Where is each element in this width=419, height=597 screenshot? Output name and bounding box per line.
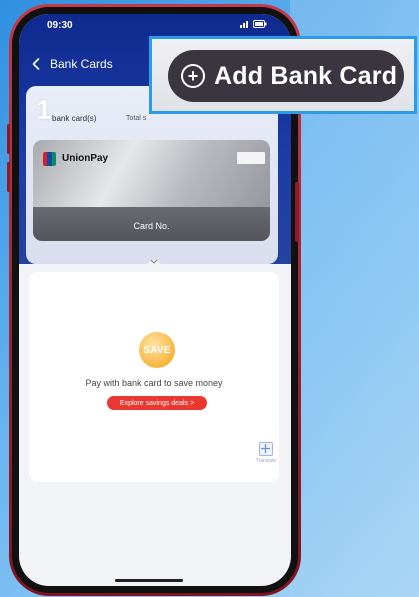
translate-button[interactable]: Translate (251, 442, 281, 468)
back-arrow-icon[interactable] (29, 57, 43, 71)
card-brand: UnionPay (62, 153, 109, 164)
volume-button (7, 162, 10, 192)
add-bank-card-label: Add Bank Card (214, 61, 398, 90)
add-circle-icon: + (181, 64, 205, 88)
bank-card[interactable]: UnionPay Card No. (33, 140, 270, 241)
total-savings-label: Total s (126, 115, 147, 122)
explore-savings-button[interactable]: Explore savings deals > (107, 396, 207, 410)
add-bank-card-button[interactable]: + Add Bank Card (168, 50, 404, 102)
translate-label: Translate (255, 458, 277, 464)
card-count: 1 (36, 94, 52, 125)
translate-icon (259, 442, 273, 456)
card-masked-area (237, 152, 265, 164)
volume-button (7, 124, 10, 154)
page-title: Bank Cards (50, 57, 113, 71)
status-bar: 09:30 (19, 14, 291, 36)
savings-promo-panel: SAVE Pay with bank card to save money Ex… (29, 272, 279, 482)
status-icons (240, 20, 267, 30)
card-count-label: bank card(s) (52, 114, 97, 123)
status-time: 09:30 (47, 19, 73, 31)
expand-chevron-icon[interactable] (146, 256, 162, 266)
unionpay-logo-icon (43, 152, 56, 166)
save-coin-icon: SAVE (139, 332, 175, 368)
signal-icon (240, 20, 250, 30)
card-number-label: Card No. (133, 221, 170, 231)
add-bank-card-callout: + Add Bank Card (149, 36, 417, 114)
side-button (295, 182, 299, 242)
battery-icon (253, 20, 267, 30)
promo-message: Pay with bank card to save money (85, 378, 223, 388)
home-indicator[interactable] (115, 579, 183, 582)
